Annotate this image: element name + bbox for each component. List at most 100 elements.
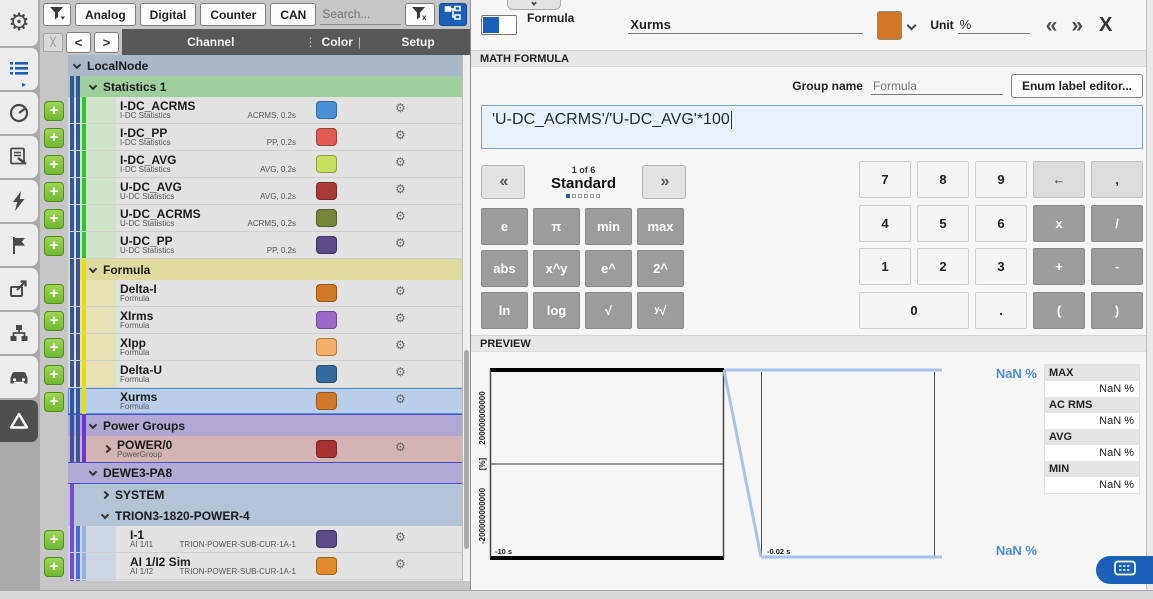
color-dropdown-button[interactable] — [908, 16, 922, 34]
add-channel-button[interactable]: + — [44, 530, 64, 550]
group-name-input[interactable] — [871, 78, 1003, 95]
column-header-setup[interactable]: Setup — [366, 35, 470, 49]
channel-group-row[interactable]: DEWE3-PA8 — [40, 463, 470, 484]
pad-key-8[interactable]: 8 — [917, 161, 969, 198]
sidebar-tab-automotive[interactable] — [0, 356, 38, 398]
pad-key-.[interactable]: . — [975, 292, 1027, 329]
chevron-down-icon[interactable] — [89, 264, 97, 272]
pad-key-9[interactable]: 9 — [975, 161, 1027, 198]
channel-list-scrollbar[interactable] — [462, 55, 470, 581]
channel-setup-gear-icon[interactable]: ⚙ — [395, 393, 406, 405]
scrollbar-thumb[interactable] — [464, 350, 469, 550]
channel-row[interactable]: +AI 1/I3 Si⚙ — [40, 580, 470, 581]
pad-key-4[interactable]: 4 — [859, 205, 911, 242]
pad-key-0[interactable]: 0 — [859, 292, 969, 329]
channel-row[interactable]: +U-DC_AVGU-DC StatisticsAVG, 0.2s⚙ — [40, 178, 470, 205]
clear-filter-button[interactable]: x — [405, 3, 435, 26]
channel-row[interactable]: +Delta-UFormula⚙ — [40, 361, 470, 388]
pad-key-/[interactable]: / — [1091, 205, 1143, 242]
pad-key-3[interactable]: 3 — [975, 248, 1027, 285]
sidebar-tab-network[interactable] — [0, 312, 38, 354]
pad-key-6[interactable]: 6 — [975, 205, 1027, 242]
column-x-icon[interactable]: ╳ — [43, 33, 63, 52]
channel-row[interactable]: +I-DC_PPI-DC StatisticsPP, 0.2s⚙ — [40, 124, 470, 151]
channel-setup-gear-icon[interactable]: ⚙ — [395, 156, 406, 168]
fn-key-π[interactable]: π — [533, 208, 580, 245]
sidebar-tab-channel-list[interactable]: ▸ — [0, 48, 38, 90]
pad-key-+[interactable]: + — [1033, 248, 1085, 285]
pad-key-2[interactable]: 2 — [917, 248, 969, 285]
fn-key-log[interactable]: log — [533, 292, 580, 329]
keyboard-page-next-button[interactable]: » — [642, 165, 686, 199]
channel-color-swatch[interactable] — [316, 338, 337, 356]
sidebar-tab-reporting[interactable] — [0, 136, 38, 178]
fn-key-max[interactable]: max — [637, 208, 684, 245]
channel-tree-button[interactable] — [439, 3, 467, 26]
fn-key-ln[interactable]: ln — [481, 292, 528, 329]
channel-color-swatch[interactable] — [316, 236, 337, 254]
channel-color-swatch[interactable] — [316, 440, 337, 458]
channel-setup-gear-icon[interactable]: ⚙ — [395, 183, 406, 195]
add-channel-button[interactable]: + — [44, 311, 64, 331]
add-channel-button[interactable]: + — [44, 209, 64, 229]
channel-group-row[interactable]: SYSTEM — [40, 484, 470, 505]
pad-key-5[interactable]: 5 — [917, 205, 969, 242]
channel-color-swatch[interactable] — [316, 365, 337, 383]
sidebar-tab-oxygen[interactable] — [0, 400, 38, 442]
channel-row[interactable]: +Delta-IFormula⚙ — [40, 280, 470, 307]
fn-key-abs[interactable]: abs — [481, 250, 528, 287]
pad-key-1[interactable]: 1 — [859, 248, 911, 285]
channel-setup-gear-icon[interactable]: ⚙ — [395, 339, 406, 351]
channel-setup-gear-icon[interactable]: ⚙ — [395, 129, 406, 141]
channel-group-row[interactable]: Statistics 1 — [40, 76, 470, 97]
channel-color-swatch[interactable] — [316, 209, 337, 227]
panel-collapse-tab[interactable] — [507, 0, 561, 10]
add-channel-button[interactable]: + — [44, 155, 64, 175]
fn-key-e^[interactable]: e^ — [585, 250, 632, 287]
channel-group-row[interactable]: LocalNode — [40, 55, 470, 76]
channel-color-swatch[interactable] — [316, 392, 337, 410]
chevron-right-icon[interactable] — [101, 490, 109, 498]
channel-color-swatch[interactable] — [316, 182, 337, 200]
fn-key-e[interactable]: e — [481, 208, 528, 245]
channel-color-swatch[interactable] — [316, 155, 337, 173]
channel-group-row[interactable]: TRION3-1820-POWER-4 — [40, 505, 470, 526]
nav-prev-button[interactable]: < — [66, 32, 91, 53]
pad-key-7[interactable]: 7 — [859, 161, 911, 198]
channel-row[interactable]: +AI 1/I2 SimAI 1/I2TRION-POWER-SUB-CUR-1… — [40, 553, 470, 580]
channel-setup-gear-icon[interactable]: ⚙ — [395, 237, 406, 249]
channel-setup-gear-icon[interactable]: ⚙ — [395, 558, 406, 570]
pad-key-([interactable]: ( — [1033, 292, 1085, 329]
fn-key-x^y[interactable]: x^y — [533, 250, 580, 287]
channel-row[interactable]: +I-1AI 1/I1TRION-POWER-SUB-CUR-1A-1⚙ — [40, 526, 470, 553]
channel-enable-toggle[interactable] — [481, 15, 517, 35]
channel-row[interactable]: +I-DC_AVGI-DC StatisticsAVG, 0.2s⚙ — [40, 151, 470, 178]
channel-group-row[interactable]: Formula — [40, 259, 470, 280]
add-channel-button[interactable]: + — [44, 338, 64, 358]
channel-row[interactable]: +XIppFormula⚙ — [40, 334, 470, 361]
channel-color-swatch[interactable] — [316, 557, 337, 575]
chevron-down-icon[interactable] — [89, 81, 97, 89]
chevron-down-icon[interactable] — [101, 510, 109, 518]
channel-color-swatch[interactable] — [316, 311, 337, 329]
close-editor-button[interactable]: X — [1099, 15, 1112, 35]
channel-row[interactable]: +I-DC_ACRMSI-DC StatisticsACRMS, 0.2s⚙ — [40, 97, 470, 124]
sidebar-tab-power[interactable] — [0, 180, 38, 222]
nav-next-button[interactable]: > — [94, 32, 119, 53]
channel-color-swatch[interactable] — [316, 284, 337, 302]
chevron-down-icon[interactable] — [73, 60, 81, 68]
chevron-right-icon[interactable] — [103, 445, 111, 453]
column-header-channel[interactable]: Channel — [122, 35, 300, 49]
filter-menu-button[interactable] — [43, 3, 71, 26]
formula-input[interactable]: 'U-DC_ACRMS'/'U-DC_AVG'*100 — [481, 105, 1143, 149]
fn-key-2^[interactable]: 2^ — [637, 250, 684, 287]
search-input[interactable] — [320, 4, 401, 25]
add-channel-button[interactable]: + — [44, 557, 64, 577]
add-channel-button[interactable]: + — [44, 392, 64, 412]
channel-setup-gear-icon[interactable]: ⚙ — [395, 312, 406, 324]
chevron-down-icon[interactable] — [89, 468, 97, 476]
channel-row[interactable]: +XIrmsFormula⚙ — [40, 307, 470, 334]
pad-key-x[interactable]: x — [1033, 205, 1085, 242]
add-channel-button[interactable]: + — [44, 284, 64, 304]
keyboard-page-prev-button[interactable]: « — [481, 165, 525, 199]
